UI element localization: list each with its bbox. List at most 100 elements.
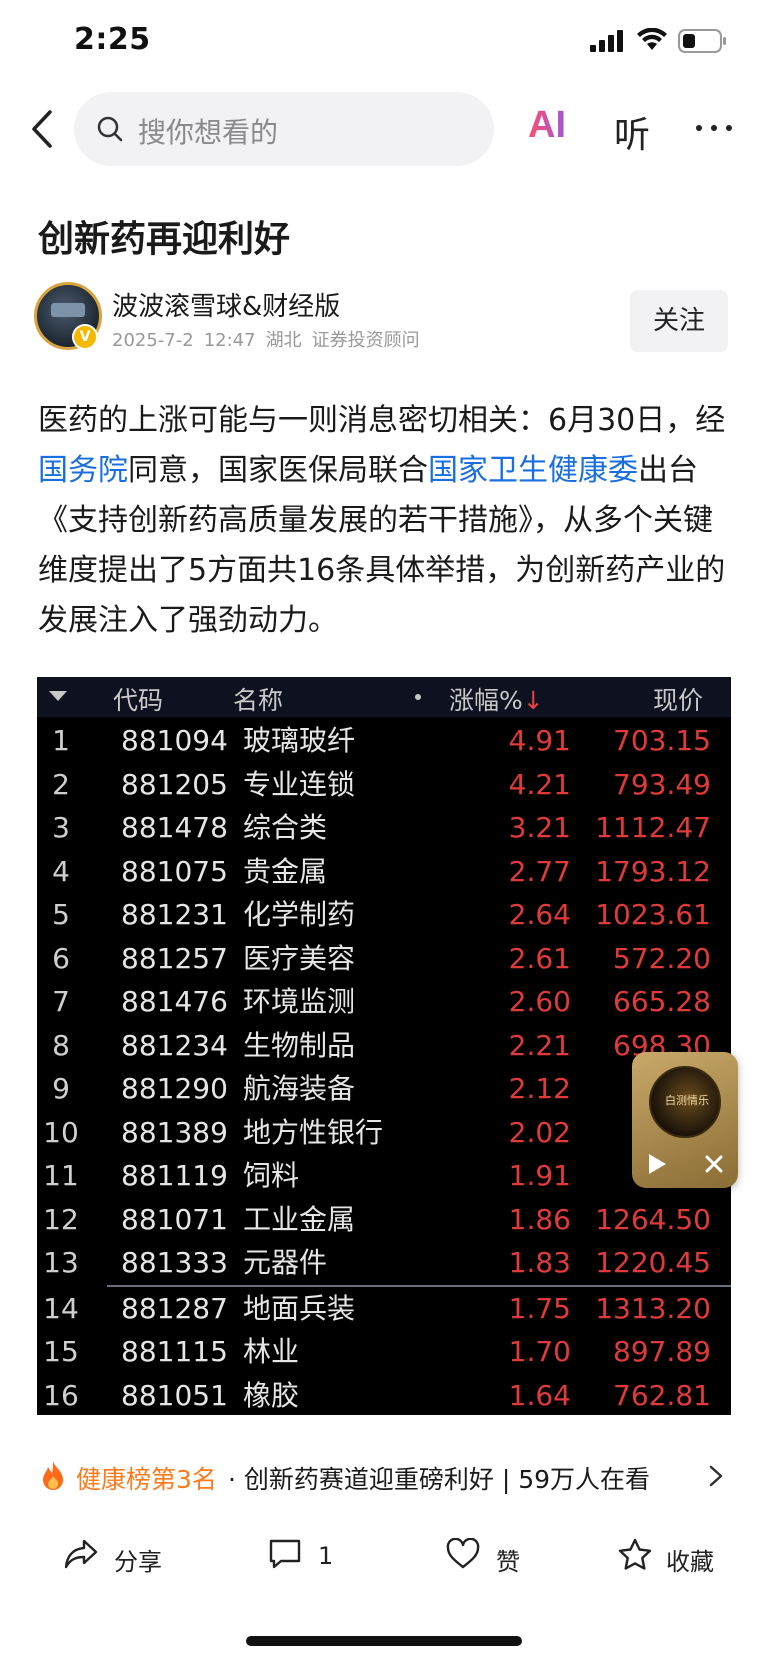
row-change: 2.12: [508, 1072, 571, 1105]
row-price: 572.20: [613, 941, 711, 975]
row-code: 881115: [121, 1335, 228, 1368]
table-row[interactable]: 1 881094 玻璃玻纤 4.91 703.15: [37, 719, 731, 763]
table-row[interactable]: 16 881051 橡胶 1.64 762.81: [37, 1374, 731, 1416]
hot-ranking-bar[interactable]: 健康榜第3名 · 创新药赛道迎重磅利好 | 59万人在看: [0, 1444, 768, 1510]
row-name: 地面兵装: [243, 1291, 356, 1325]
row-index: 12: [43, 1202, 79, 1236]
row-change: 4.91: [508, 724, 571, 757]
table-row[interactable]: 6 881257 医疗美容 2.61 572.20: [37, 937, 731, 981]
avatar-sign-graphic: [51, 303, 85, 317]
search-input[interactable]: 搜你想看的: [74, 92, 494, 166]
row-price: 665.28: [613, 985, 711, 1018]
table-row[interactable]: 5 881231 化学制药 2.64 1023.61: [37, 893, 731, 937]
table-row[interactable]: 14 881287 地面兵装 1.75 1313.20: [37, 1287, 731, 1331]
hot-topic-text: · 创新药赛道迎重磅利好 | 59万人在看: [228, 1465, 651, 1494]
status-bar: 2:25: [0, 0, 768, 84]
row-change: 3.21: [508, 811, 571, 844]
home-indicator: [246, 1636, 522, 1646]
star-icon: [618, 1538, 652, 1570]
stock-table-image[interactable]: 代码 名称 涨幅%↓ 现价 1 881094 玻璃玻纤 4.91 703.15 2 8812…: [37, 677, 731, 1415]
row-code: 881290: [121, 1072, 228, 1105]
table-row[interactable]: 7 881476 环境监测 2.60 665.28: [37, 980, 731, 1024]
row-price: 1112.47: [595, 811, 711, 844]
player-cover-art[interactable]: 白测情乐: [649, 1066, 721, 1138]
table-row[interactable]: 3 881478 综合类 3.21 1112.47: [37, 806, 731, 850]
row-name: 生物制品: [243, 1028, 356, 1062]
like-label: 赞: [496, 1548, 520, 1576]
row-change: 4.21: [508, 767, 571, 801]
table-row[interactable]: 4 881075 贵金属 2.77 1793.12: [37, 850, 731, 894]
row-price: 703.15: [613, 724, 711, 757]
row-code: 881287: [121, 1291, 228, 1325]
row-code: 881231: [121, 898, 228, 931]
row-index: 2: [52, 767, 70, 801]
more-options-icon[interactable]: [694, 116, 734, 140]
wifi-icon: [637, 28, 667, 50]
table-row[interactable]: 15 881115 林业 1.70 897.89: [37, 1330, 731, 1374]
share-button[interactable]: 分享: [64, 1532, 174, 1582]
row-code: 881257: [121, 941, 228, 975]
body-text-2: 同意，国家医保局联合: [128, 453, 428, 488]
play-icon[interactable]: [646, 1152, 668, 1176]
heart-icon: [446, 1538, 480, 1569]
body-text-1: 医药的上涨可能与一则消息密切相关：6月30日，经: [38, 403, 726, 438]
row-code: 881051: [121, 1378, 228, 1412]
row-name: 化学制药: [243, 898, 356, 931]
row-code: 881476: [121, 985, 228, 1018]
comment-button[interactable]: 1: [268, 1532, 348, 1582]
close-icon[interactable]: [702, 1152, 726, 1176]
share-icon: [64, 1539, 98, 1569]
table-row[interactable]: 12 881071 工业金属 1.86 1264.50: [37, 1198, 731, 1242]
bottom-action-bar: 分享 1 赞 收藏: [0, 1522, 768, 1592]
row-code: 881075: [121, 854, 228, 888]
row-change: 1.70: [508, 1335, 571, 1368]
back-arrow-icon[interactable]: [28, 108, 58, 150]
header-price: 现价: [653, 686, 704, 715]
row-change: 2.77: [508, 854, 571, 888]
author-name[interactable]: 波波滚雪球&财经版: [112, 286, 340, 323]
table-row[interactable]: 2 881205 专业连锁 4.21 793.49: [37, 763, 731, 807]
table-row[interactable]: 8 881234 生物制品 2.21 698.30: [37, 1024, 731, 1068]
row-price: 1264.50: [595, 1202, 711, 1236]
row-code: 881205: [121, 767, 228, 801]
row-name: 橡胶: [243, 1378, 300, 1412]
header-change-label: 涨幅%: [449, 686, 523, 715]
search-placeholder: 搜你想看的: [138, 116, 279, 149]
ai-button[interactable]: AI: [528, 104, 580, 154]
table-row[interactable]: 10881389地方性银行2.0215: [37, 1111, 731, 1155]
row-name: 元器件: [243, 1246, 328, 1279]
row-index: 9: [52, 1072, 70, 1105]
table-row[interactable]: 11881119饲料1.918: [37, 1154, 731, 1198]
row-code: 881119: [121, 1159, 228, 1192]
row-name: 专业连锁: [243, 767, 356, 801]
verified-badge: V: [72, 324, 98, 350]
row-name: 航海装备: [243, 1072, 356, 1105]
follow-button[interactable]: 关注: [630, 290, 728, 352]
chevron-right-icon: [709, 1465, 723, 1487]
row-change: 2.21: [508, 1028, 571, 1062]
table-row[interactable]: 9881290航海装备2.1212: [37, 1067, 731, 1111]
row-name: 玻璃玻纤: [243, 724, 356, 757]
floating-audio-player[interactable]: 白测情乐: [632, 1052, 738, 1188]
search-icon: [97, 116, 123, 142]
like-button[interactable]: 赞: [446, 1532, 536, 1582]
listen-button[interactable]: 听: [614, 106, 650, 158]
row-name: 工业金属: [243, 1202, 356, 1236]
row-name: 医疗美容: [243, 941, 356, 975]
row-index: 10: [43, 1115, 79, 1149]
row-change: 2.02: [508, 1115, 571, 1149]
row-change: 1.91: [508, 1159, 571, 1192]
row-index: 3: [52, 811, 70, 844]
row-name: 贵金属: [243, 854, 328, 888]
row-change: 2.61: [508, 941, 571, 975]
row-index: 11: [43, 1159, 79, 1192]
table-row[interactable]: 13 881333 元器件 1.83 1220.45: [37, 1241, 731, 1285]
row-index: 6: [52, 941, 70, 975]
collect-button[interactable]: 收藏: [618, 1532, 728, 1582]
post-date: 2025-7-2: [112, 330, 194, 351]
flame-icon: [43, 1461, 63, 1490]
link-state-council[interactable]: 国务院: [38, 453, 128, 488]
row-index: 5: [52, 898, 70, 931]
link-health-commission[interactable]: 国家卫生健康委: [428, 453, 638, 488]
row-index: 15: [43, 1335, 79, 1368]
